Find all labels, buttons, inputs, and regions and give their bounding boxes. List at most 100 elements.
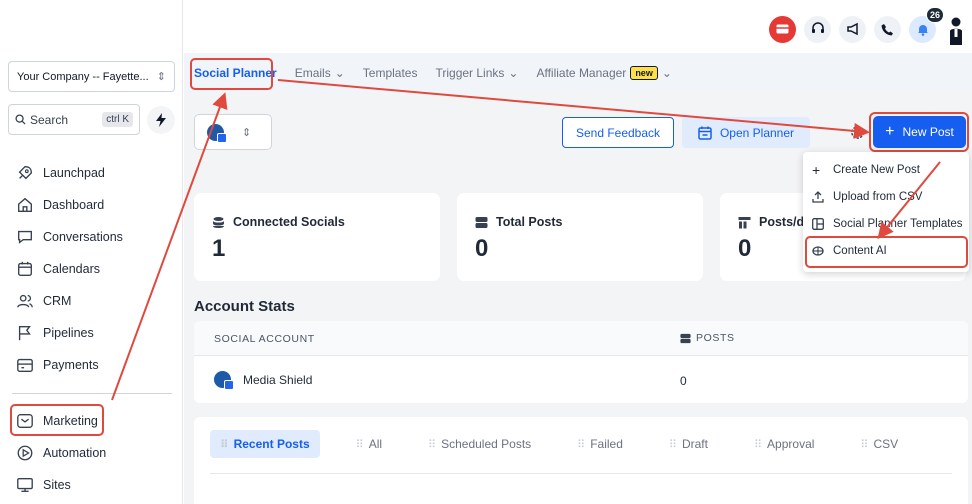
sidebar-item-label: Launchpad	[43, 166, 105, 180]
card-icon	[776, 24, 789, 34]
sidebar-item-label: CRM	[43, 294, 72, 308]
alert-button[interactable]	[769, 15, 796, 43]
tab-label: Affiliate Manager	[536, 66, 627, 80]
stat-title: Total Posts	[496, 215, 563, 229]
column-header-social-account: SOCIAL ACCOUNT	[214, 333, 315, 345]
sidebar-item-pipelines[interactable]: Pipelines	[16, 317, 176, 349]
rocket-icon	[18, 166, 32, 180]
support-button[interactable]	[804, 15, 831, 43]
bell-icon	[917, 24, 928, 36]
menu-item-upload-from-csv[interactable]: Upload from CSV	[803, 183, 969, 210]
posts-panel: ⠿ Recent Posts ⠿ All ⠿ Scheduled Posts ⠿ Fai…	[194, 417, 968, 504]
send-feedback-button[interactable]: Send Feedback	[562, 117, 674, 148]
top-actions: 26	[769, 6, 968, 45]
stat-card-connected-socials: Connected Socials 1	[194, 193, 440, 281]
tab-trigger-links[interactable]: Trigger Links ⌄	[435, 66, 518, 80]
sidebar-nav: Launchpad Dashboard Conversations Calend…	[16, 157, 176, 381]
upload-icon	[812, 190, 824, 203]
headset-icon	[811, 22, 824, 33]
sidebar-item-label: Dashboard	[43, 198, 105, 212]
tab-label: Templates	[362, 66, 418, 80]
sidebar-item-payments[interactable]: Payments	[16, 349, 176, 381]
sidebar-item-automation[interactable]: Automation	[16, 437, 176, 469]
search-input[interactable]: Search ctrl K	[8, 104, 140, 135]
bolt-icon	[156, 113, 166, 127]
account-posts-count: 0	[680, 374, 687, 388]
sidebar-item-label: Payments	[43, 358, 99, 372]
stat-value: 0	[475, 235, 489, 262]
account-name: Media Shield	[243, 372, 313, 387]
wallet-icon	[17, 358, 33, 372]
filter-tab-draft[interactable]: ⠿ Draft	[659, 430, 718, 458]
search-icon	[15, 114, 26, 125]
filter-tab-csv[interactable]: ⠿ CSV	[850, 430, 908, 458]
table-row[interactable]: Media Shield 0	[194, 357, 968, 403]
table-header: SOCIAL ACCOUNT POSTS	[194, 321, 968, 356]
chevron-updown-icon: ⇕	[242, 126, 252, 139]
filter-label: Approval	[767, 437, 815, 451]
announcements-button[interactable]	[839, 15, 866, 43]
megaphone-icon	[846, 22, 858, 36]
sidebar-item-crm[interactable]: CRM	[16, 285, 176, 317]
settings-button[interactable]	[847, 122, 867, 142]
filter-tab-approval[interactable]: ⠿ Approval	[744, 430, 824, 458]
media-shield-logo-icon	[214, 371, 234, 390]
sidebar-item-calendars[interactable]: Calendars	[16, 253, 176, 285]
notifications-button[interactable]: 26	[909, 6, 944, 43]
tab-label: Trigger Links	[435, 66, 505, 80]
company-selector[interactable]: Your Company -- Fayette... ⇕	[8, 61, 175, 92]
open-planner-button[interactable]: Open Planner	[682, 117, 810, 148]
drag-handle-icon: ⠿	[428, 438, 436, 451]
column-header-label: POSTS	[696, 332, 735, 344]
play-icon	[17, 445, 33, 461]
account-selector[interactable]: ⇕	[194, 114, 272, 150]
menu-item-social-planner-templates[interactable]: Social Planner Templates	[803, 210, 969, 237]
quick-action-button[interactable]	[147, 106, 175, 134]
notification-badge: 26	[925, 6, 944, 23]
tab-emails[interactable]: Emails ⌄	[295, 66, 345, 80]
phone-icon	[881, 23, 893, 35]
filter-tab-failed[interactable]: ⠿ Failed	[567, 430, 633, 458]
tab-affiliate-manager[interactable]: Affiliate Manager new ⌄	[536, 66, 672, 80]
phone-button[interactable]	[874, 15, 901, 43]
sidebar-item-launchpad[interactable]: Launchpad	[16, 157, 176, 189]
account-stats-table: SOCIAL ACCOUNT POSTS Media Shield 0	[194, 321, 968, 403]
filter-tab-recent-posts[interactable]: ⠿ Recent Posts	[210, 430, 320, 458]
calendar-icon	[698, 126, 712, 140]
sidebar-item-label: Calendars	[43, 262, 100, 276]
filter-label: Recent Posts	[233, 437, 310, 451]
company-name: Your Company -- Fayette...	[17, 70, 149, 83]
menu-item-create-new-post[interactable]: + Create New Post	[803, 156, 969, 183]
new-badge: new	[630, 66, 658, 80]
sidebar-item-sites[interactable]: Sites	[16, 469, 176, 501]
avatar[interactable]	[944, 13, 968, 45]
tab-templates[interactable]: Templates	[363, 66, 418, 80]
divider	[210, 473, 952, 474]
stat-value: 1	[212, 235, 226, 262]
annotation-highlight-new-post	[869, 112, 969, 152]
gear-icon	[850, 125, 864, 139]
chart-bars-icon	[738, 216, 751, 228]
stat-title: Posts/d	[759, 215, 805, 229]
module-tabs: Social Planner Emails ⌄ Templates Trigger…	[184, 53, 972, 93]
filter-tab-scheduled-posts[interactable]: ⠿ Scheduled Posts	[418, 430, 541, 458]
filter-label: All	[368, 437, 383, 451]
server-icon	[680, 333, 691, 343]
search-shortcut: ctrl K	[102, 112, 133, 127]
plus-icon: +	[812, 161, 821, 178]
sidebar-item-label: Automation	[43, 446, 107, 460]
filter-tab-all[interactable]: ⠿ All	[346, 430, 392, 458]
sidebar-item-conversations[interactable]: Conversations	[16, 221, 176, 253]
user-avatar-icon	[950, 17, 962, 45]
home-icon	[18, 197, 32, 212]
chevron-updown-icon: ⇕	[156, 71, 166, 83]
tab-label: Emails	[294, 66, 331, 80]
database-icon	[213, 216, 224, 228]
sidebar-item-label: Sites	[43, 478, 71, 492]
drag-handle-icon: ⠿	[577, 438, 585, 451]
filter-label: Draft	[681, 437, 708, 451]
annotation-highlight-content-ai	[805, 236, 968, 268]
sidebar-item-dashboard[interactable]: Dashboard	[16, 189, 176, 221]
search-label: Search	[30, 112, 69, 127]
button-label: Send Feedback	[575, 125, 661, 140]
